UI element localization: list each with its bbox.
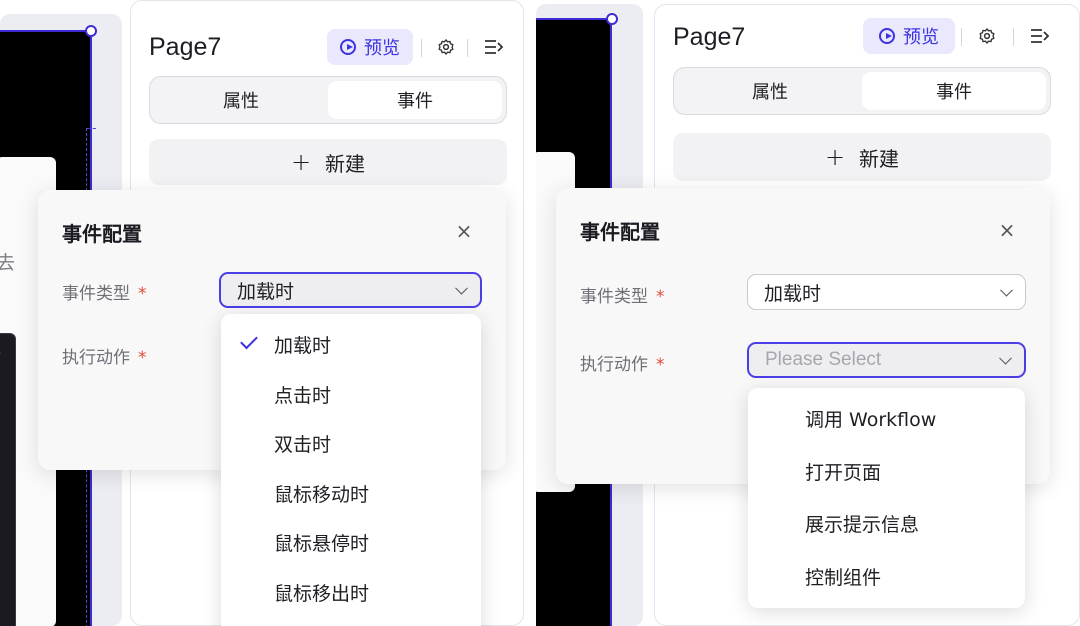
- option-label: 展示提示信息: [805, 513, 920, 536]
- event-config-title: 事件配置: [580, 220, 660, 244]
- preview-button[interactable]: 预览: [863, 18, 955, 54]
- new-event-button[interactable]: + 新建: [673, 133, 1051, 181]
- option-label: 调用 Workflow: [805, 408, 937, 431]
- dark-component-glyph: 0: [0, 344, 1, 363]
- dropdown-option[interactable]: 鼠标悬停时: [221, 522, 481, 562]
- action-label-text: 执行动作: [62, 348, 130, 368]
- required-mark: *: [138, 348, 147, 368]
- new-event-label: 新建: [325, 151, 366, 176]
- preview-button[interactable]: 预览: [327, 29, 413, 65]
- event-type-value: 加载时: [237, 280, 295, 303]
- left-screenshot: 去 0 Page7 预览 属性 事件 + 新建 事件配置 × 事件类型 *: [0, 0, 526, 626]
- check-icon: [240, 331, 258, 350]
- collapse-panel-icon: [485, 40, 504, 54]
- toolbar-divider: [467, 39, 468, 57]
- required-mark: *: [656, 355, 665, 375]
- tab-events[interactable]: 事件: [862, 72, 1046, 110]
- chevron-down-icon: [455, 281, 468, 295]
- panel-tabs: 属性 事件: [149, 76, 507, 124]
- resize-handle[interactable]: [85, 25, 97, 37]
- close-icon[interactable]: ×: [454, 221, 474, 241]
- gear-icon: [979, 28, 995, 44]
- collapse-panel-icon: [1031, 29, 1050, 43]
- preview-label: 预览: [903, 27, 939, 48]
- option-label: 鼠标移动时: [274, 483, 370, 506]
- event-type-select[interactable]: 加载时: [219, 272, 482, 308]
- option-label: 点击时: [274, 384, 332, 407]
- option-label: 加载时: [274, 334, 332, 357]
- play-circle-icon: [340, 39, 356, 55]
- canvas-partial-text: 去: [0, 252, 16, 274]
- tab-properties[interactable]: 属性: [154, 81, 328, 119]
- new-event-label: 新建: [859, 146, 900, 171]
- dropdown-option[interactable]: 打开页面: [748, 451, 1025, 491]
- event-type-value: 加载时: [764, 282, 822, 305]
- dropdown-option[interactable]: 鼠标移动时: [221, 473, 481, 513]
- settings-button[interactable]: [974, 23, 1000, 49]
- toolbar-divider: [961, 28, 962, 46]
- toolbar-divider: [1013, 28, 1014, 46]
- action-dropdown: 调用 Workflow 打开页面 展示提示信息 控制组件: [748, 388, 1025, 608]
- option-label: 控制组件: [805, 566, 882, 589]
- dropdown-option[interactable]: 展示提示信息: [748, 503, 1025, 543]
- play-circle-icon: [879, 28, 895, 44]
- action-placeholder: Please Select: [765, 349, 882, 370]
- option-label: 鼠标移出时: [274, 582, 370, 605]
- event-config-title: 事件配置: [62, 222, 142, 246]
- close-icon[interactable]: ×: [997, 220, 1017, 240]
- settings-button[interactable]: [433, 34, 459, 60]
- gear-icon: [438, 39, 454, 55]
- page-title: Page7: [149, 33, 222, 61]
- dropdown-option[interactable]: 点击时: [221, 374, 481, 414]
- plus-icon: +: [824, 143, 846, 171]
- action-label-text: 执行动作: [580, 355, 648, 375]
- toolbar-divider: [421, 39, 422, 57]
- dropdown-option[interactable]: 调用 Workflow: [748, 398, 1025, 438]
- page-title: Page7: [673, 23, 746, 51]
- required-mark: *: [656, 287, 665, 307]
- dropdown-option[interactable]: 双击时: [221, 423, 481, 463]
- chevron-down-icon: [1000, 283, 1013, 297]
- event-type-label: 事件类型 *: [62, 279, 147, 304]
- event-type-dropdown: 加载时 点击时 双击时 鼠标移动时 鼠标悬停时 鼠标移出时: [221, 314, 481, 626]
- dropdown-option[interactable]: 加载时: [221, 324, 481, 364]
- event-type-label-text: 事件类型: [580, 287, 648, 307]
- dropdown-option[interactable]: 控制组件: [748, 556, 1025, 596]
- tab-events[interactable]: 事件: [328, 81, 502, 119]
- dropdown-option[interactable]: 鼠标移出时: [221, 572, 481, 612]
- new-event-button[interactable]: + 新建: [149, 139, 507, 185]
- required-mark: *: [138, 284, 147, 304]
- canvas-dark-component[interactable]: 0: [0, 333, 16, 626]
- action-label: 执行动作 *: [580, 350, 665, 375]
- chevron-down-icon: [999, 351, 1012, 365]
- event-type-label-text: 事件类型: [62, 284, 130, 304]
- option-label: 打开页面: [805, 461, 882, 484]
- tab-properties[interactable]: 属性: [678, 72, 862, 110]
- collapse-panel-button[interactable]: [481, 34, 507, 60]
- event-type-select[interactable]: 加载时: [747, 274, 1026, 310]
- panel-tabs: 属性 事件: [673, 67, 1051, 115]
- action-label: 执行动作 *: [62, 343, 147, 368]
- option-label: 双击时: [274, 433, 332, 456]
- collapse-panel-button[interactable]: [1027, 23, 1053, 49]
- action-select[interactable]: Please Select: [747, 342, 1026, 378]
- option-label: 鼠标悬停时: [274, 532, 370, 555]
- event-type-label: 事件类型 *: [580, 282, 665, 307]
- plus-icon: +: [290, 148, 312, 176]
- right-screenshot: Page7 预览 属性 事件 + 新建 事件配置 × 事件类型 * 加载时 执行…: [536, 0, 1080, 626]
- preview-label: 预览: [364, 38, 400, 59]
- resize-handle[interactable]: [606, 13, 618, 25]
